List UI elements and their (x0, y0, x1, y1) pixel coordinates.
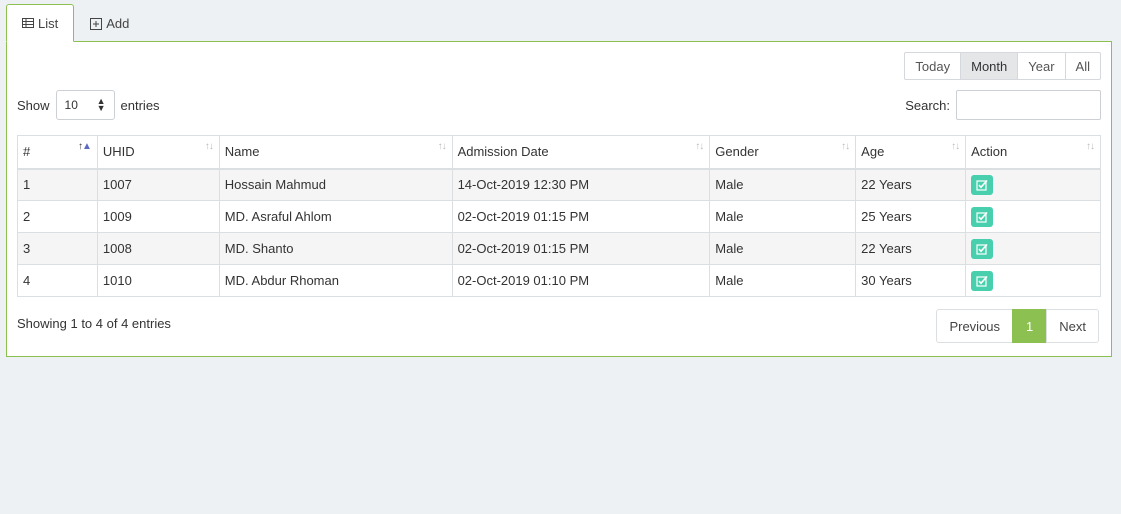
column-header-gender[interactable]: Gender ↑↓ (709, 135, 857, 170)
select-spinner-icon: ▲ ▼ (96, 96, 106, 113)
cell-age: 30 Years (855, 264, 967, 297)
column-header-index[interactable]: # ↑▲ (17, 135, 98, 170)
column-header-uhid[interactable]: UHID ↑↓ (96, 135, 220, 170)
tab-bar: List Add (6, 4, 145, 42)
all-button[interactable]: All (1064, 52, 1101, 80)
cell-uhid: 1007 (96, 168, 220, 201)
cell-age: 22 Years (855, 168, 967, 201)
tab-list[interactable]: List (6, 4, 75, 42)
table-row: 4 1010 MD. Abdur Rhoman 02-Oct-2019 01:1… (17, 264, 1101, 297)
edit-check-button[interactable] (971, 270, 994, 291)
sort-icon: ↑↓ (437, 141, 447, 152)
cell-action (965, 264, 1101, 297)
cell-index: 1 (17, 168, 98, 201)
cell-index: 2 (17, 200, 98, 233)
page-1-button[interactable]: 1 (1012, 309, 1048, 343)
column-label: Action (971, 144, 1008, 160)
cell-age: 25 Years (855, 200, 967, 233)
column-header-action[interactable]: Action ↑↓ (965, 135, 1101, 170)
cell-gender: Male (709, 232, 857, 265)
cell-index: 3 (17, 232, 98, 265)
tab-list-label: List (38, 15, 59, 31)
column-label: # (23, 144, 31, 160)
pagination: Previous 1 Next (936, 309, 1099, 343)
next-page-button[interactable]: Next (1046, 309, 1099, 343)
sort-ascending-icon: ↑▲ (78, 141, 92, 152)
edit-check-icon (976, 275, 988, 287)
column-label: Age (861, 144, 885, 160)
column-header-age[interactable]: Age ↑↓ (855, 135, 967, 170)
previous-page-button[interactable]: Previous (936, 309, 1014, 343)
table-icon (22, 17, 34, 29)
cell-admission-date: 02-Oct-2019 01:15 PM (451, 200, 711, 233)
cell-admission-date: 02-Oct-2019 01:10 PM (451, 264, 711, 297)
column-label: Admission Date (457, 144, 549, 160)
cell-name: Hossain Mahmud (218, 168, 453, 201)
sort-icon: ↑↓ (1086, 141, 1095, 152)
column-label: UHID (102, 144, 135, 160)
column-label: Gender (715, 144, 759, 160)
today-button[interactable]: Today (904, 52, 962, 80)
period-filter-group: Today Month Year All (904, 52, 1101, 80)
table-header-row: # ↑▲ UHID ↑↓ Name ↑↓ Admission Date ↑↓ Gende… (17, 135, 1101, 170)
show-label: Show (17, 97, 50, 113)
search-control: Search: (905, 90, 1101, 120)
edit-check-button[interactable] (971, 174, 994, 195)
cell-name: MD. Shanto (218, 232, 453, 265)
table-info-text: Showing 1 to 4 of 4 entries (17, 316, 171, 331)
edit-check-button[interactable] (971, 238, 994, 259)
tab-add-label: Add (106, 16, 130, 31)
sort-icon: ↑↓ (695, 141, 704, 152)
edit-check-icon (976, 179, 988, 191)
cell-uhid: 1009 (96, 200, 220, 233)
patients-table: # ↑▲ UHID ↑↓ Name ↑↓ Admission Date ↑↓ Gende… (17, 135, 1101, 297)
cell-gender: Male (709, 264, 857, 297)
cell-age: 22 Years (855, 232, 967, 265)
cell-admission-date: 14-Oct-2019 12:30 PM (451, 168, 711, 201)
month-button[interactable]: Month (960, 52, 1019, 80)
column-header-admission-date[interactable]: Admission Date ↑↓ (451, 135, 711, 170)
table-row: 2 1009 MD. Asraful Ahlom 02-Oct-2019 01:… (17, 200, 1101, 233)
column-label: Name (224, 144, 260, 160)
cell-uhid: 1008 (96, 232, 220, 265)
cell-gender: Male (709, 200, 857, 233)
edit-check-button[interactable] (971, 206, 994, 227)
cell-gender: Male (709, 168, 857, 201)
sort-icon: ↑↓ (204, 141, 214, 152)
entries-length-select[interactable]: 10 ▲ ▼ (55, 90, 115, 120)
cell-admission-date: 02-Oct-2019 01:15 PM (451, 232, 711, 265)
search-input[interactable] (956, 90, 1101, 120)
cell-uhid: 1010 (96, 264, 220, 297)
edit-check-icon (976, 243, 988, 255)
list-panel: Today Month Year All Show 10 ▲ ▼ entries … (6, 41, 1112, 357)
cell-name: MD. Asraful Ahlom (218, 200, 453, 233)
cell-action (965, 168, 1101, 201)
year-button[interactable]: Year (1017, 52, 1066, 80)
entries-length-value: 10 (64, 98, 78, 112)
cell-action (965, 232, 1101, 265)
sort-icon: ↑↓ (841, 141, 850, 152)
search-label: Search: (905, 97, 950, 113)
entries-label: entries (120, 97, 160, 113)
tab-add[interactable]: Add (74, 4, 145, 42)
sort-icon: ↑↓ (951, 141, 960, 152)
entries-length-control: Show 10 ▲ ▼ entries (17, 90, 160, 120)
column-header-name[interactable]: Name ↑↓ (218, 135, 453, 170)
table-row: 1 1007 Hossain Mahmud 14-Oct-2019 12:30 … (17, 168, 1101, 201)
table-row: 3 1008 MD. Shanto 02-Oct-2019 01:15 PM M… (17, 232, 1101, 265)
cell-action (965, 200, 1101, 233)
cell-name: MD. Abdur Rhoman (218, 264, 453, 297)
cell-index: 4 (17, 264, 98, 297)
plus-square-icon (90, 17, 103, 30)
edit-check-icon (976, 211, 988, 223)
